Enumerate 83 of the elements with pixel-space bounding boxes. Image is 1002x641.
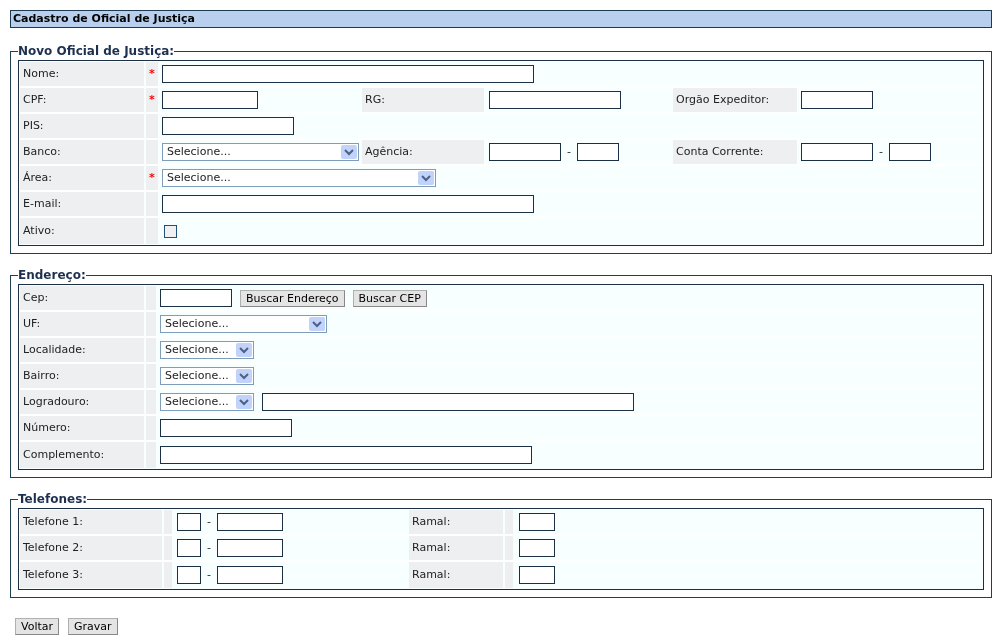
field-label: Ativo: (20, 218, 144, 244)
field-label: Localidade: (20, 338, 144, 362)
chevron-down-icon (236, 395, 252, 409)
marker-cell (164, 562, 172, 588)
text-input[interactable] (577, 143, 619, 161)
separator-text: - (879, 143, 883, 160)
dropdown[interactable]: Selecione... (160, 393, 254, 411)
field-label: E-mail: (20, 192, 144, 216)
field-label: Cep: (20, 286, 144, 310)
field-label: Agência: (362, 140, 484, 164)
field-label: Telefone 1: (20, 510, 162, 534)
field-label: Orgão Expeditor: (673, 88, 797, 112)
text-input[interactable] (801, 143, 873, 161)
search-button[interactable]: Buscar CEP (352, 289, 427, 307)
field-label: Telefone 3: (20, 562, 162, 588)
text-input[interactable] (162, 195, 534, 213)
dropdown[interactable]: Selecione... (162, 169, 436, 187)
field-label: Ramal: (409, 562, 503, 588)
text-input[interactable] (801, 91, 873, 109)
chevron-down-icon (236, 343, 252, 357)
field-label: Nome: (20, 62, 144, 86)
separator-text: - (567, 143, 571, 160)
field-label: CPF: (20, 88, 144, 112)
field-label: UF: (20, 312, 144, 336)
text-input[interactable] (489, 91, 621, 109)
field-label: Número: (20, 416, 144, 440)
separator-text: - (207, 566, 211, 583)
marker-cell (505, 510, 513, 534)
text-input[interactable] (177, 566, 201, 584)
dropdown[interactable]: Selecione... (160, 315, 327, 333)
text-input[interactable] (160, 446, 532, 464)
form-button[interactable]: Voltar (15, 618, 60, 635)
text-input[interactable] (162, 117, 294, 135)
search-button[interactable]: Buscar Endereço (240, 289, 345, 307)
marker-cell (146, 218, 158, 244)
section-legend: Telefones: (18, 490, 88, 508)
separator-text: - (207, 539, 211, 556)
section-legend: Endereço: (18, 266, 86, 284)
text-input[interactable] (489, 143, 561, 161)
field-label: PIS: (20, 114, 144, 138)
chevron-down-icon (236, 369, 252, 383)
required-marker: * (149, 66, 155, 82)
page-title-bar: Cadastro de Oficial de Justiça (10, 10, 992, 28)
checkbox[interactable] (164, 224, 177, 238)
marker-cell (164, 510, 172, 534)
field-label: Banco: (20, 140, 144, 164)
separator-text: - (207, 513, 211, 530)
marker-cell (146, 442, 156, 468)
text-input[interactable] (889, 143, 931, 161)
text-input[interactable] (177, 513, 201, 531)
text-input[interactable] (162, 91, 258, 109)
field-label: Logradouro: (20, 390, 144, 414)
field-label: Ramal: (409, 536, 503, 560)
text-input[interactable] (262, 393, 634, 411)
text-input[interactable] (160, 419, 292, 437)
marker-cell (505, 562, 513, 588)
field-label: Bairro: (20, 364, 144, 388)
text-input[interactable] (217, 539, 283, 557)
field-label: RG: (362, 88, 484, 112)
field-label: Ramal: (409, 510, 503, 534)
text-input[interactable] (519, 566, 555, 584)
dropdown[interactable]: Selecione... (160, 367, 254, 385)
text-input[interactable] (519, 539, 555, 557)
chevron-down-icon (341, 145, 357, 159)
dropdown[interactable]: Selecione... (162, 143, 359, 161)
dropdown[interactable]: Selecione... (160, 341, 254, 359)
section-legend: Novo Oficial de Justiça: (18, 42, 175, 60)
required-marker: * (149, 92, 155, 108)
field-label: Área: (20, 166, 144, 190)
text-input[interactable] (217, 566, 283, 584)
chevron-down-icon (418, 171, 434, 185)
chevron-down-icon (309, 317, 325, 331)
text-input[interactable] (160, 289, 232, 307)
field-label: Conta Corrente: (673, 140, 797, 164)
text-input[interactable] (162, 65, 534, 83)
text-input[interactable] (177, 539, 201, 557)
text-input[interactable] (519, 513, 555, 531)
field-label: Complemento: (20, 442, 144, 468)
field-label: Telefone 2: (20, 536, 162, 560)
text-input[interactable] (217, 513, 283, 531)
marker-cell (146, 286, 156, 310)
required-marker: * (149, 170, 155, 186)
form-button[interactable]: Gravar (68, 618, 118, 635)
